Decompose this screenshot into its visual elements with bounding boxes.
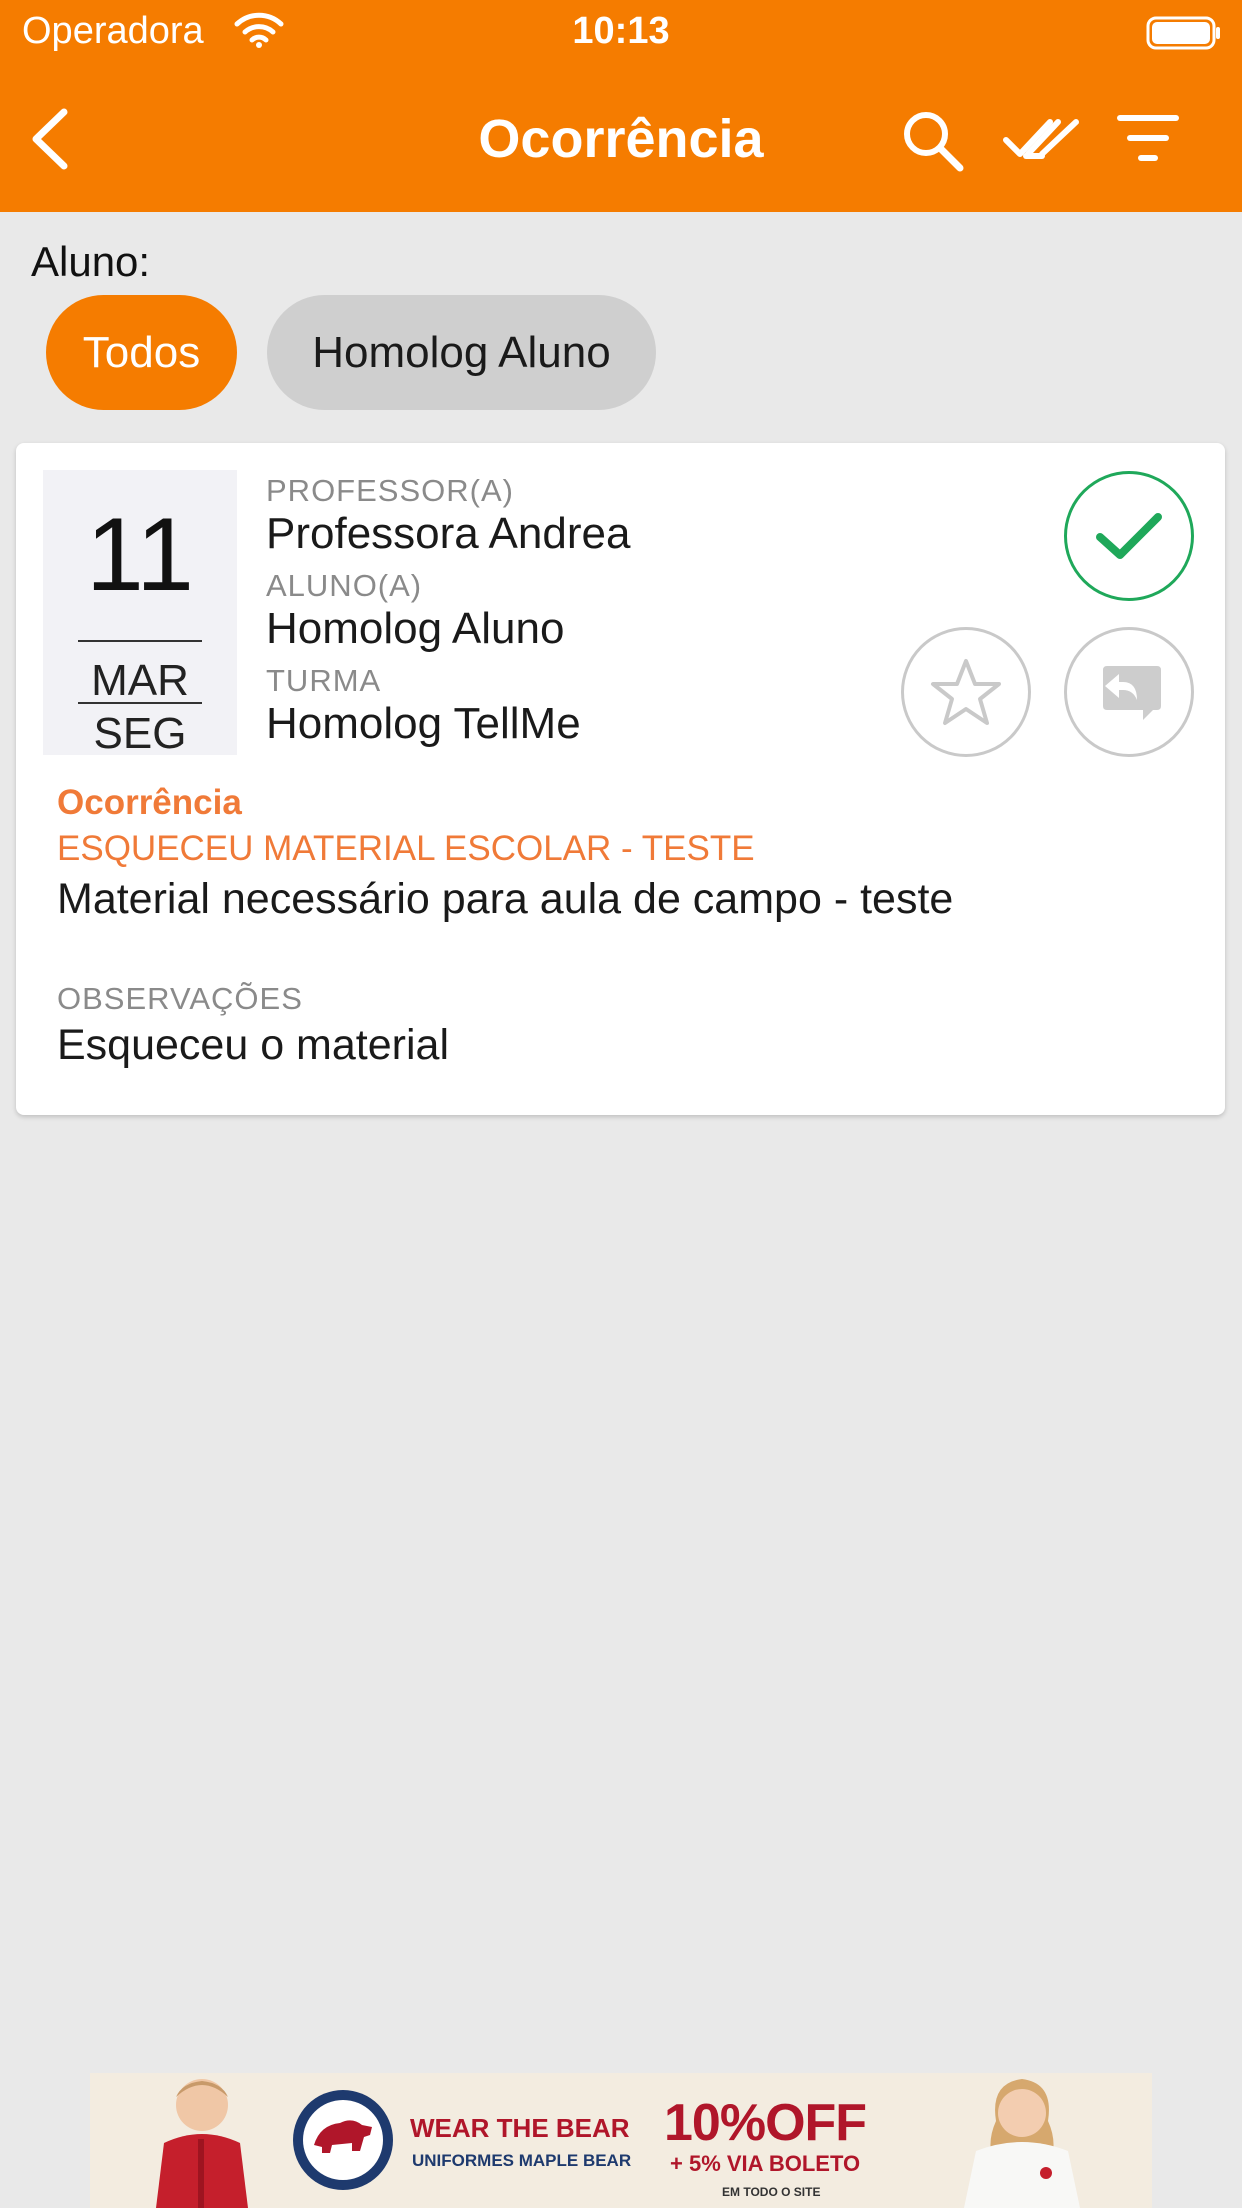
mark-all-read-icon	[1003, 119, 1079, 159]
teacher-name: Professora Andrea	[266, 509, 631, 558]
student-name: Homolog Aluno	[266, 604, 565, 653]
occurrence-title: Ocorrência	[57, 783, 242, 822]
occurrence-type: ESQUECEU MATERIAL ESCOLAR - TESTE	[57, 829, 755, 868]
ad-brand-logo	[293, 2090, 393, 2190]
ad-discount: 10%OFF	[664, 2094, 867, 2152]
read-status-button[interactable]	[1064, 471, 1194, 601]
reply-button[interactable]	[1064, 627, 1194, 757]
teacher-label: PROFESSOR(A)	[266, 473, 514, 508]
check-icon	[1096, 513, 1162, 559]
chip-student[interactable]: Homolog Aluno	[267, 295, 656, 410]
chip-all-students[interactable]: Todos	[46, 295, 237, 410]
search-icon	[904, 112, 964, 172]
occurrence-description: Material necessário para aula de campo -…	[57, 875, 954, 923]
star-icon	[931, 659, 1001, 725]
filter-button[interactable]	[1116, 112, 1180, 169]
ad-note: EM TODO O SITE	[722, 2185, 821, 2199]
reply-icon	[1103, 666, 1161, 720]
search-button[interactable]	[900, 108, 966, 179]
app-header: Operadora 10:13 Ocorrência	[0, 0, 1242, 212]
status-bar: Operadora 10:13	[0, 0, 1242, 68]
date-month: MAR	[91, 656, 189, 705]
class-name: Homolog TellMe	[266, 699, 581, 748]
ad-extra-offer: + 5% VIA BOLETO	[670, 2151, 861, 2176]
ad-subheadline: UNIFORMES MAPLE BEAR	[412, 2151, 632, 2170]
observations-label: OBSERVAÇÕES	[57, 981, 303, 1016]
ad-headline: WEAR THE BEAR	[410, 2113, 630, 2143]
student-filter-label: Aluno:	[31, 238, 151, 285]
observations-text: Esqueceu o material	[57, 1021, 449, 1069]
ad-banner[interactable]: ​ WEAR THE BEAR UNIFORMES MAPLE BEAR 10%…	[90, 2073, 1152, 2208]
filter-icon	[1117, 115, 1179, 161]
ad-child-right-image	[964, 2079, 1080, 2208]
date-divider	[78, 640, 202, 642]
ad-child-left-image	[156, 2079, 248, 2208]
favorite-button[interactable]	[901, 627, 1031, 757]
class-label: TURMA	[266, 663, 382, 698]
date-divider	[78, 702, 202, 704]
status-time: 10:13	[572, 10, 670, 52]
mark-all-read-button[interactable]	[1002, 112, 1082, 173]
date-day: 11	[86, 497, 194, 613]
student-label: ALUNO(A)	[266, 568, 423, 603]
date-weekday: SEG	[93, 709, 187, 758]
occurrence-card[interactable]: 11 MAR SEG PROFESSOR(A) Professora Andre…	[16, 443, 1225, 1115]
battery-icon	[1146, 16, 1220, 50]
date-badge: 11 MAR SEG	[43, 470, 237, 758]
